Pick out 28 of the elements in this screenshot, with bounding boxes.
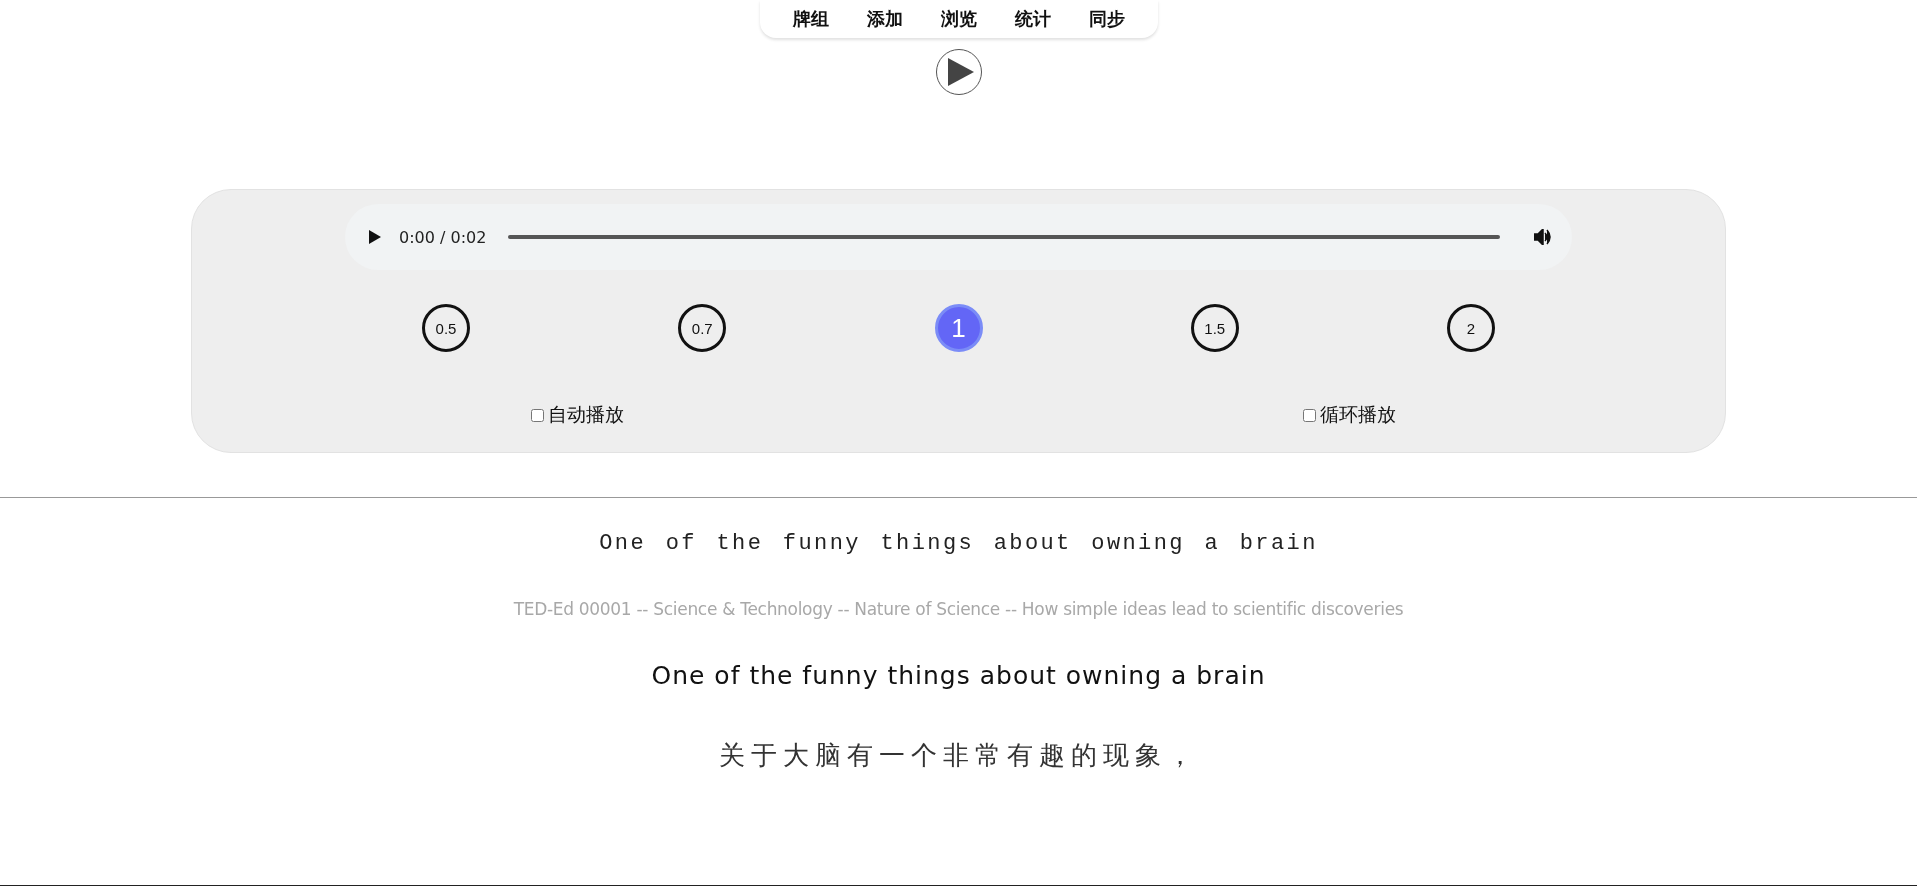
checkbox[interactable]: [1303, 408, 1316, 422]
speed-button[interactable]: 1: [934, 304, 983, 352]
volume-button[interactable]: [1534, 229, 1552, 245]
play-icon: [369, 230, 381, 244]
nav-link[interactable]: 同步: [1069, 7, 1144, 31]
option-label[interactable]: 循环播放: [1303, 402, 1396, 428]
play-button[interactable]: [935, 49, 982, 95]
time-readout: 0:00 / 0:02: [399, 227, 487, 247]
speed-button[interactable]: 1.5: [1190, 304, 1239, 352]
option-label[interactable]: 自动播放: [531, 402, 624, 428]
nav-link[interactable]: 添加: [847, 7, 922, 31]
speed-button[interactable]: 0.7: [678, 304, 727, 352]
checkbox[interactable]: [531, 408, 544, 422]
speed-button[interactable]: 0.5: [422, 304, 470, 352]
play-button[interactable]: [369, 230, 381, 244]
source-text: TED-Ed 00001 -- Science & Technology -- Nature of Science -- How simple ideas lead to scientific discoveries: [513, 599, 1404, 619]
volume-icon: [1534, 229, 1552, 245]
nav-link[interactable]: 牌组: [773, 7, 848, 31]
nav-link[interactable]: 统计: [995, 7, 1070, 31]
translation-text: 关于大脑有一个非常有趣的现象，: [718, 739, 1199, 772]
progress-track[interactable]: [508, 235, 1500, 239]
nav-link[interactable]: 浏览: [921, 7, 996, 31]
play-icon: [948, 58, 974, 86]
sentence-text: One of the funny things about owning a brain: [651, 661, 1266, 690]
speed-button[interactable]: 2: [1447, 304, 1495, 352]
option-text: 循环播放: [1320, 402, 1396, 427]
front-text: One of the funny things about owning a brain: [599, 531, 1318, 556]
option-text: 自动播放: [548, 402, 624, 427]
